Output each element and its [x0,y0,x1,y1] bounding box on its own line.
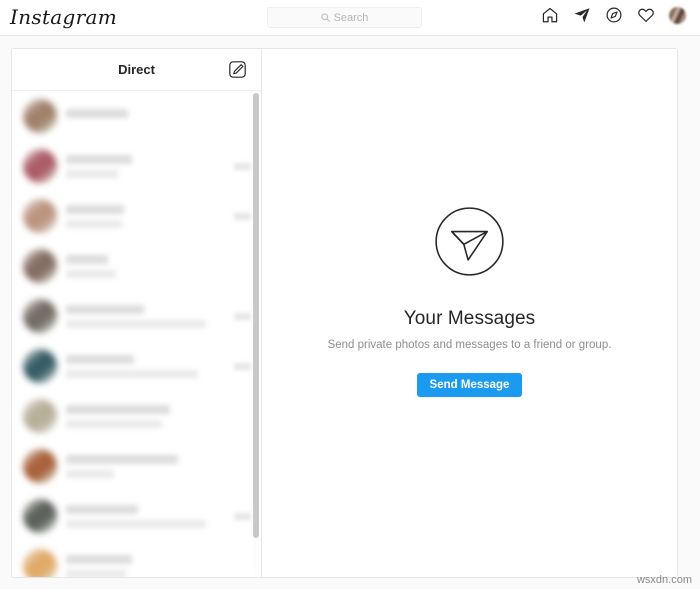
conversation-list-item[interactable] [12,241,261,291]
sidebar-scrollbar-thumb[interactable] [253,93,259,538]
conversation-meta [66,354,228,378]
send-message-button[interactable]: Send Message [416,372,523,397]
search-icon [321,13,330,22]
conversation-username [66,108,128,118]
conversation-preview [66,569,126,577]
conversation-meta [66,154,228,178]
conversation-avatar [23,99,57,133]
sidebar-header: Direct [12,49,261,91]
empty-state-subtitle: Send private photos and messages to a fr… [327,338,612,351]
conversation-avatar [23,349,57,383]
nav-icon-group [541,6,686,24]
direct-messages-panel: Direct Your Messages Send private photos… [11,48,678,578]
new-message-icon[interactable] [228,60,247,79]
conversation-meta [66,404,251,428]
conversation-preview [66,269,116,278]
conversation-avatar [23,249,57,283]
conversation-list-item[interactable] [12,441,261,491]
conversation-list-item[interactable] [12,491,261,541]
conversation-timestamp [234,362,251,370]
conversation-timestamp [234,312,251,320]
conversation-username [66,504,138,514]
conversation-preview [66,519,206,528]
conversation-avatar [23,199,57,233]
conversation-list-item[interactable] [12,391,261,441]
conversation-username [66,204,124,214]
conversation-list-item[interactable] [12,341,261,391]
conversation-meta [66,454,251,478]
conversation-username [66,154,132,164]
profile-avatar[interactable] [669,6,686,24]
conversation-meta [66,108,251,124]
conversation-timestamp [234,162,251,170]
conversation-avatar [23,499,57,533]
conversation-meta [66,304,228,328]
home-icon[interactable] [541,6,559,24]
page-title: Direct [118,62,155,77]
conversation-list-item[interactable] [12,91,261,141]
conversation-list-item[interactable] [12,291,261,341]
conversation-avatar [23,299,57,333]
paper-plane-circle-icon [435,206,504,276]
conversation-preview [66,369,198,378]
explore-icon[interactable] [605,6,623,24]
conversation-timestamp [234,212,251,220]
activity-heart-icon[interactable] [637,6,655,24]
search-input[interactable]: Search [267,7,422,28]
conversation-username [66,304,144,314]
conversation-meta [66,504,228,528]
conversation-username [66,354,134,364]
conversation-preview [66,319,206,328]
conversation-avatar [23,549,57,577]
conversation-username [66,404,170,414]
conversation-list-item[interactable] [12,541,261,577]
conversation-preview [66,419,162,428]
conversation-avatar [23,149,57,183]
conversation-preview [66,169,118,178]
conversation-timestamp [234,512,251,520]
instagram-logo[interactable]: Instagram [10,3,117,31]
conversation-meta [66,254,251,278]
conversation-list-item[interactable] [12,141,261,191]
conversation-username [66,554,132,564]
empty-state-title: Your Messages [403,307,536,329]
message-content-area: Your Messages Send private photos and me… [262,49,677,577]
conversation-meta [66,204,228,228]
conversation-list[interactable] [12,91,261,577]
watermark: wsxdn.com [636,574,692,586]
conversation-preview [66,219,122,228]
conversation-avatar [23,449,57,483]
direct-icon[interactable] [573,6,591,24]
search-placeholder: Search [333,11,369,24]
conversation-meta [66,554,251,577]
conversation-username [66,454,178,464]
conversation-list-item[interactable] [12,191,261,241]
conversation-sidebar: Direct [12,49,262,577]
conversation-username [66,254,108,264]
top-navigation-bar: Instagram Search [0,0,700,36]
conversation-preview [66,469,114,478]
empty-state: Your Messages Send private photos and me… [327,206,612,397]
conversation-avatar [23,399,57,433]
